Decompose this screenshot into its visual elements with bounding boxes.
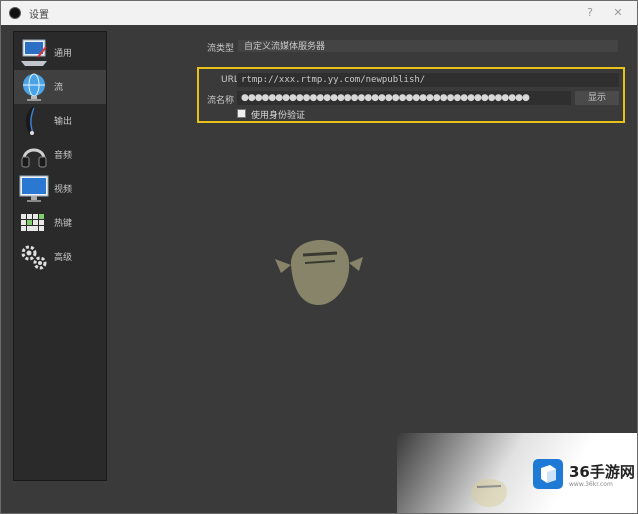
output-icon	[25, 106, 36, 136]
watermark-mascot-icon	[471, 479, 507, 507]
sidebar-item-video[interactable]: 视频	[14, 172, 106, 206]
sidebar-item-label: 通用	[54, 49, 73, 59]
stream-settings-panel: 流类型 自定义流媒体服务器 URL rtmp://xxx.rtmp.yy.com…	[111, 31, 629, 481]
help-button[interactable]: ?	[581, 5, 599, 21]
window-title: 设置	[29, 9, 49, 21]
watermark-domain: www.36kr.com	[569, 481, 613, 488]
watermark-logo-icon	[533, 459, 563, 489]
hotkeys-keyboard-icon	[20, 213, 48, 233]
use-auth-label: 使用身份验证	[251, 111, 306, 121]
stream-globe-icon	[23, 73, 45, 101]
audio-headphones-icon	[21, 148, 47, 168]
close-button[interactable]: ✕	[609, 5, 627, 21]
sidebar-item-output[interactable]: 输出	[14, 104, 106, 138]
settings-sidebar: 通用 流 输出 音频 视频 热键 高级	[13, 31, 107, 481]
watermark-brand: 36手游网	[569, 463, 635, 481]
sidebar-item-label: 输出	[54, 117, 73, 127]
settings-window: 设置 ? ✕ 通用 流 输出 音频 视频 热键 高级 流类型 自定义流媒体服务器…	[0, 0, 638, 514]
sidebar-item-label: 高级	[54, 253, 73, 263]
stream-type-select[interactable]: 自定义流媒体服务器	[237, 39, 619, 53]
mascot-watermark-icon	[275, 239, 363, 305]
show-key-button[interactable]: 显示	[575, 91, 619, 105]
advanced-gears-icon	[21, 245, 47, 270]
sidebar-item-label: 音频	[54, 151, 73, 161]
sidebar-item-stream[interactable]: 流	[14, 70, 106, 104]
general-monitor-icon	[21, 39, 47, 66]
sidebar-item-general[interactable]: 通用	[14, 36, 106, 70]
sidebar-item-label: 视频	[54, 185, 73, 195]
stream-type-label: 流类型	[207, 44, 235, 54]
title-bar: 设置 ? ✕	[1, 1, 637, 25]
app-icon	[9, 7, 21, 19]
sidebar-item-audio[interactable]: 音频	[14, 138, 106, 172]
sidebar-item-label: 流	[54, 83, 64, 93]
url-input[interactable]: rtmp://xxx.rtmp.yy.com/newpublish/	[237, 73, 619, 87]
video-monitor-icon	[19, 175, 49, 202]
sidebar-item-label: 热键	[54, 219, 73, 229]
sidebar-item-hotkeys[interactable]: 热键	[14, 206, 106, 240]
stream-key-input[interactable]: ●●●●●●●●●●●●●●●●●●●●●●●●●●●●●●●●●●●●●●●●…	[237, 91, 571, 105]
stream-key-label: 流名称	[207, 96, 235, 106]
use-auth-checkbox[interactable]	[237, 109, 246, 118]
sidebar-item-advanced[interactable]: 高级	[14, 240, 106, 274]
